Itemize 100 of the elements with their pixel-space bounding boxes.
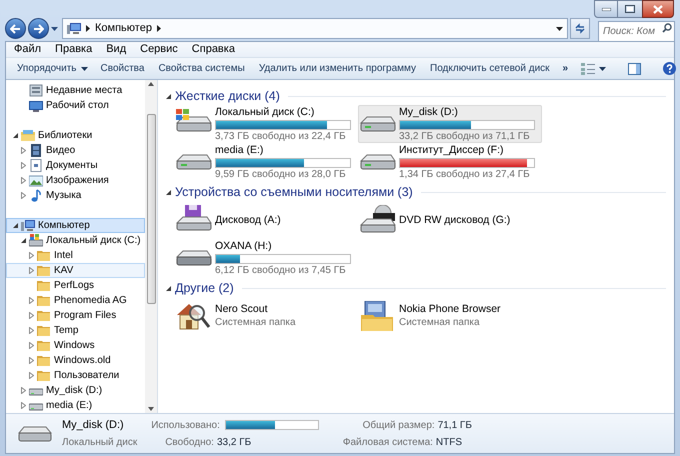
menu-item[interactable]: Справка bbox=[192, 41, 235, 58]
folder-icon bbox=[37, 369, 51, 382]
toolbar-button[interactable]: Свойства системы bbox=[152, 58, 251, 78]
back-button[interactable] bbox=[5, 18, 26, 39]
drive-name: My_disk (D:) bbox=[399, 106, 459, 118]
tree-item[interactable]: Локальный диск (C:) bbox=[6, 233, 145, 248]
tree-item[interactable]: Intel bbox=[6, 248, 145, 263]
menu-item[interactable]: Вид bbox=[106, 41, 126, 58]
breadcrumb[interactable]: Компьютер bbox=[95, 20, 152, 37]
tree-item[interactable]: Видео bbox=[6, 143, 145, 158]
collapsed-arrow-icon[interactable] bbox=[29, 312, 34, 319]
tree-item[interactable]: Рабочий стол bbox=[6, 98, 145, 113]
expanded-arrow-icon[interactable] bbox=[166, 286, 171, 290]
more-button[interactable]: » bbox=[558, 58, 574, 78]
collapsed-arrow-icon[interactable] bbox=[29, 327, 34, 334]
expanded-arrow-icon[interactable] bbox=[166, 94, 171, 98]
tree-item[interactable]: Windows.old bbox=[6, 353, 145, 368]
group-header[interactable]: Жесткие диски (4) bbox=[175, 86, 280, 106]
image-icon bbox=[29, 174, 43, 187]
tree-item[interactable]: Phenomedia AG bbox=[6, 293, 145, 308]
tree-item[interactable]: Пользователи bbox=[6, 368, 145, 383]
tree-item[interactable]: Компьютер bbox=[6, 218, 145, 233]
toolbar-button[interactable]: Удалить или изменить программу bbox=[252, 58, 422, 78]
tree-item[interactable]: Недавние места bbox=[6, 83, 145, 98]
chevron-icon[interactable] bbox=[86, 25, 90, 32]
minimize-button[interactable] bbox=[594, 0, 618, 18]
monitor-icon bbox=[29, 99, 43, 112]
toolbar-button[interactable]: Свойства bbox=[94, 58, 150, 78]
drive-tile[interactable]: Nero Scout Системная папка bbox=[174, 297, 358, 335]
scroll-up-icon[interactable] bbox=[148, 82, 154, 86]
collapsed-arrow-icon[interactable] bbox=[21, 402, 26, 409]
house-magnifier-icon bbox=[175, 301, 213, 331]
chevron-icon[interactable] bbox=[156, 25, 161, 32]
collapsed-arrow-icon[interactable] bbox=[29, 252, 34, 259]
drive-tile[interactable]: My_disk (D:) 33,2 ГБ свободно из 71,1 ГБ bbox=[358, 105, 542, 143]
drive-tile[interactable]: media (E:) 9,59 ГБ свободно из 28,0 ГБ bbox=[174, 143, 358, 181]
tree-item[interactable]: Windows bbox=[6, 338, 145, 353]
maximize-button[interactable] bbox=[618, 0, 642, 18]
forward-button[interactable] bbox=[28, 18, 49, 39]
group-header[interactable]: Другие (2) bbox=[175, 278, 234, 298]
dvd-drive-icon bbox=[359, 205, 397, 235]
collapsed-arrow-icon[interactable] bbox=[29, 357, 34, 364]
folder-icon bbox=[37, 309, 51, 322]
tree-item[interactable]: Изображения bbox=[6, 173, 145, 188]
caret-icon[interactable] bbox=[556, 26, 563, 30]
address-bar[interactable]: Компьютер bbox=[62, 18, 568, 39]
collapsed-arrow-icon[interactable] bbox=[29, 342, 34, 349]
refresh-button[interactable] bbox=[570, 18, 590, 39]
drive-tile[interactable]: Дисковод (A:) bbox=[174, 201, 358, 239]
drive-tile[interactable]: Nokia Phone Browser Системная папка bbox=[358, 297, 542, 335]
search-field[interactable]: Поиск: Ком bbox=[598, 21, 675, 42]
minimize-icon bbox=[602, 8, 610, 10]
caret-icon[interactable] bbox=[51, 26, 58, 30]
scrollbar[interactable] bbox=[145, 80, 157, 413]
menu-item[interactable]: Файл bbox=[14, 41, 42, 58]
drive-tile[interactable]: DVD RW дисковод (G:) bbox=[358, 201, 542, 239]
collapsed-arrow-icon[interactable] bbox=[21, 177, 26, 184]
organize-button[interactable]: Упорядочить bbox=[12, 58, 93, 78]
menu-item[interactable]: Правка bbox=[55, 41, 92, 58]
document-icon bbox=[29, 159, 43, 172]
collapsed-arrow-icon[interactable] bbox=[29, 372, 34, 379]
drive-name: Nero Scout bbox=[215, 303, 269, 316]
drive-name: OXANA (H:) bbox=[215, 240, 273, 252]
tree-item[interactable]: Temp bbox=[6, 323, 145, 338]
scroll-down-icon[interactable] bbox=[148, 407, 154, 411]
tree-item[interactable]: Библиотеки bbox=[6, 128, 145, 143]
drive-tile[interactable]: Локальный диск (C:) 3,73 ГБ свободно из 22,4 ГБ bbox=[174, 105, 358, 143]
tree-item[interactable]: Program Files bbox=[6, 308, 145, 323]
collapsed-arrow-icon[interactable] bbox=[21, 387, 26, 394]
forward-arrow-icon bbox=[33, 24, 44, 34]
expanded-arrow-icon[interactable] bbox=[13, 223, 18, 228]
item-type: Системная папка bbox=[399, 316, 481, 329]
collapsed-arrow-icon[interactable] bbox=[21, 192, 26, 199]
tree-item[interactable]: KAV bbox=[6, 263, 145, 278]
folder-icon bbox=[37, 324, 51, 337]
tree-item[interactable]: media (E:) bbox=[6, 398, 145, 413]
folder-icon bbox=[37, 279, 51, 292]
drive-tile[interactable]: OXANA (H:) 6,12 ГБ свободно из 7,45 ГБ bbox=[174, 239, 358, 277]
drive-tile[interactable]: Институт_Диссер (F:) 1,34 ГБ свободно из 27,4 ГБ bbox=[358, 143, 542, 181]
menu-item[interactable]: Сервис bbox=[140, 41, 178, 58]
expanded-arrow-icon[interactable] bbox=[166, 190, 171, 194]
close-button[interactable] bbox=[642, 0, 674, 18]
scrollbar-thumb[interactable] bbox=[146, 114, 156, 304]
collapsed-arrow-icon[interactable] bbox=[29, 267, 34, 274]
field-value: NTFS bbox=[436, 436, 464, 450]
tree-item[interactable]: Музыка bbox=[6, 188, 145, 203]
collapsed-arrow-icon[interactable] bbox=[21, 162, 26, 169]
free-space-text: 1,34 ГБ свободно из 27,4 ГБ bbox=[399, 168, 531, 180]
toolbar-button[interactable]: Подключить сетевой диск bbox=[424, 58, 556, 78]
group-header[interactable]: Устройства со съемными носителями (3) bbox=[175, 182, 413, 202]
tree-item[interactable]: My_disk (D:) bbox=[6, 383, 145, 398]
collapsed-arrow-icon[interactable] bbox=[29, 297, 34, 304]
free-space-text: 3,73 ГБ свободно из 22,4 ГБ bbox=[215, 130, 347, 142]
folder-icon bbox=[37, 294, 51, 307]
tree-item[interactable]: PerfLogs bbox=[6, 278, 145, 293]
item-name: My_disk (D:) bbox=[62, 418, 125, 433]
tree-item[interactable]: Документы bbox=[6, 158, 145, 173]
expanded-arrow-icon[interactable] bbox=[21, 238, 26, 243]
expanded-arrow-icon[interactable] bbox=[13, 133, 18, 138]
collapsed-arrow-icon[interactable] bbox=[21, 147, 26, 154]
